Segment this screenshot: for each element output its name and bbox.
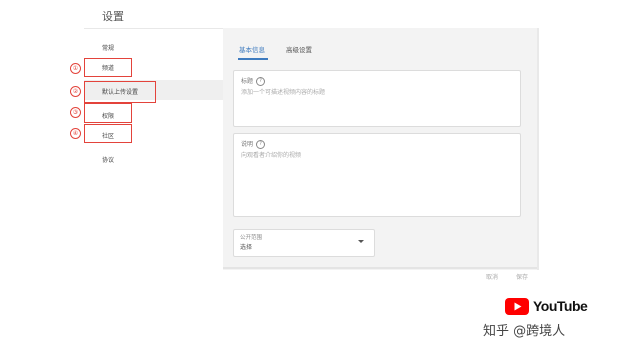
description-field[interactable]: 说明? 向观看者介绍你的视频 [233, 133, 521, 217]
youtube-logo: YouTube [505, 298, 588, 316]
tab-basic-info[interactable]: 基本信息 [239, 44, 265, 54]
panel-scrollbar[interactable] [537, 28, 539, 270]
description-placeholder: 向观看者介绍你的视频 [241, 152, 302, 159]
annotation-marker-2: ② [70, 86, 81, 97]
title-field-label: 标题? [241, 76, 266, 86]
title-field[interactable]: 标题? 添加一个可描述视频内容的标题 [233, 70, 521, 127]
sidebar-item-label: 协议 [102, 157, 115, 164]
help-icon[interactable]: ? [256, 77, 266, 86]
zhihu-watermark: 知乎 @跨境人 [483, 324, 566, 339]
description-label-text: 说明 [241, 141, 254, 148]
page-title: 设置 [102, 10, 124, 23]
chevron-down-icon [358, 240, 364, 243]
annotation-marker-3: ③ [70, 107, 81, 118]
title-placeholder: 添加一个可描述视频内容的标题 [241, 89, 326, 96]
annotation-box-permissions [84, 103, 132, 123]
visibility-value: 选择 [240, 244, 253, 251]
annotation-box-upload-defaults [84, 81, 156, 103]
annotation-box-channel [84, 58, 132, 77]
sidebar-item-general[interactable]: 常规 [84, 36, 223, 56]
youtube-wordmark: YouTube [533, 298, 588, 314]
panel-bottom-divider [223, 267, 537, 269]
description-field-label: 说明? [241, 139, 266, 149]
help-icon[interactable]: ? [256, 140, 266, 149]
sidebar-item-agreements[interactable]: 协议 [84, 148, 223, 168]
active-tab-indicator [238, 58, 268, 60]
annotation-marker-4: ④ [70, 128, 81, 139]
tab-advanced-settings[interactable]: 高级设置 [286, 44, 312, 54]
youtube-play-icon [505, 298, 529, 315]
visibility-label: 公开范围 [240, 235, 263, 241]
annotation-marker-1: ① [70, 63, 81, 74]
annotation-box-community [84, 124, 132, 143]
cancel-button[interactable]: 取消 [486, 272, 498, 281]
title-label-text: 标题 [241, 78, 254, 85]
visibility-select[interactable]: 公开范围 选择 [233, 229, 375, 257]
save-button[interactable]: 保存 [516, 272, 528, 281]
sidebar-item-label: 常规 [102, 45, 115, 52]
